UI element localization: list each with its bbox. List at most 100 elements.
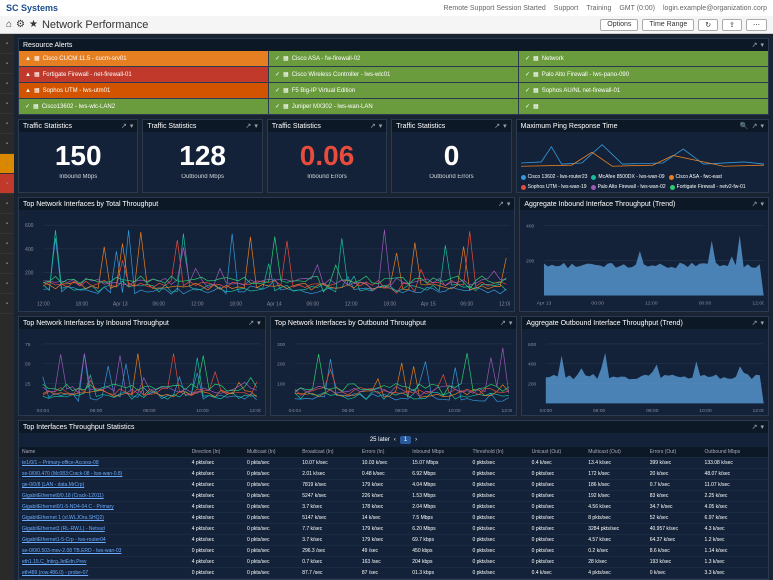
sidebar-item-4[interactable]: ▪ [0, 114, 14, 134]
chevron-down-icon[interactable]: ▾ [130, 122, 134, 130]
table-row[interactable]: GigabitEthernet0/0.18 (Crack-12011)4 pkt… [19, 491, 768, 502]
table-row[interactable]: GigabitEthernet3 (RL-RW.L) - Netvad4 pkt… [19, 524, 768, 535]
table-row[interactable]: se-0/0/0.503-msv-2.08 TB.ERD - lws-wan-0… [19, 546, 768, 557]
table-header[interactable]: Unicast (Out) [529, 447, 586, 458]
chevron-down-icon[interactable]: ▾ [254, 122, 258, 130]
alert-cell[interactable]: ✓ ▦ Sophos AU/NL net-firewall-01 [519, 83, 768, 98]
zoom-icon[interactable]: 🔍 [740, 122, 749, 130]
refresh-icon[interactable]: ↻ [698, 19, 718, 31]
legend-item[interactable]: Fortigate Firewall - netv2-fw-01 [670, 184, 746, 190]
table-row[interactable]: ge-0/0/8 (LAN - data.MrCrp)4 pkts/sec0 p… [19, 480, 768, 491]
alert-cell[interactable]: ▲ ▦ Fortigate Firewall - net-firewall-01 [19, 67, 268, 82]
expand-icon[interactable]: ↗ [752, 200, 758, 208]
star-icon[interactable]: ★ [29, 19, 38, 30]
table-row[interactable]: eth489 (row.486.0) - probe-070 pkts/sec0… [19, 568, 768, 579]
expand-icon[interactable]: ↗ [121, 122, 127, 130]
expand-icon[interactable]: ↗ [752, 122, 758, 130]
alert-cell[interactable]: ▲ ▦ Sophos UTM - lws-utm01 [19, 83, 268, 98]
sidebar-item-11[interactable]: ▪ [0, 254, 14, 274]
table-header[interactable]: Inbound Mbps [409, 447, 469, 458]
chevron-down-icon[interactable]: ▾ [760, 423, 764, 431]
chevron-down-icon[interactable]: ▾ [760, 200, 764, 208]
legend-item[interactable]: Cisco 13602 - lws-router23 [521, 174, 588, 180]
sidebar-item-7[interactable]: ▪ [0, 174, 14, 194]
interface-link[interactable]: te1/0/1 – Primary-office-Access-08 [22, 460, 99, 466]
table-header[interactable]: Direction (In) [189, 447, 244, 458]
chevron-down-icon[interactable]: ▾ [379, 122, 383, 130]
interface-link[interactable]: xe-0/0/0.470 (Mc083:Crack-08 - lws-wan-0… [22, 471, 122, 477]
more-icon[interactable]: ⋯ [746, 19, 767, 31]
alert-cell[interactable]: ✓ ▦ F5 Big-IP Virtual Edition [269, 83, 518, 98]
chevron-down-icon[interactable]: ▾ [509, 319, 513, 327]
sidebar-item-0[interactable]: ▪ [0, 34, 14, 54]
legend-item[interactable]: Palo Alto Firewall - lws-wan-02 [591, 184, 666, 190]
table-header[interactable]: Threshold (In) [469, 447, 528, 458]
table-row[interactable]: GigabitEthernet 1 (xl.WLJOra.SHQ2)4 pkts… [19, 513, 768, 524]
interface-link[interactable]: GigabitEthernet1-5-Crp - lws-router04 [22, 537, 106, 543]
sidebar-item-10[interactable]: ▪ [0, 234, 14, 254]
pager-prev[interactable]: ‹ [394, 437, 396, 443]
sidebar-item-1[interactable]: ▪ [0, 54, 14, 74]
pager-next[interactable]: › [415, 437, 417, 443]
table-row[interactable]: GigabitEthernet0/1-5-ND4-04 C - Primary4… [19, 502, 768, 513]
options-button[interactable]: Options [600, 19, 638, 31]
alert-cell[interactable]: ✓ ▦ Network [519, 51, 768, 66]
time-range-button[interactable]: Time Range [642, 19, 694, 31]
table-header[interactable]: Name [19, 447, 189, 458]
share-icon[interactable]: ⇪ [722, 19, 742, 31]
sidebar-item-13[interactable]: ▪ [0, 294, 14, 314]
interface-link[interactable]: GigabitEthernet3 (RL-RW.L) - Netvad [22, 526, 105, 532]
table-header[interactable]: Outbound Mbps [702, 447, 768, 458]
legend-item[interactable]: Cisco ASA - fwc-east [669, 174, 722, 180]
sidebar-item-5[interactable]: ▪ [0, 134, 14, 154]
table-header[interactable]: Broadcast (In) [299, 447, 359, 458]
sidebar-item-6[interactable]: ▪ [0, 154, 14, 174]
interface-link[interactable]: se-0/0/0.503-msv-2.08 TB.ERD - lws-wan-0… [22, 548, 121, 554]
chevron-down-icon[interactable]: ▾ [507, 200, 511, 208]
table-row[interactable]: xe-0/0/0.470 (Mc083:Crack-08 - lws-wan-0… [19, 469, 768, 480]
alert-cell[interactable]: ✓ ▦ Cisco13602 - lws-wlc-LAN2 [19, 99, 268, 114]
table-header[interactable]: Multicast (Out) [585, 447, 646, 458]
expand-icon[interactable]: ↗ [370, 122, 376, 130]
legend-item[interactable]: McAfee 8500DX - lws-wan-09 [591, 174, 664, 180]
sidebar-item-3[interactable]: ▪ [0, 94, 14, 114]
chevron-down-icon[interactable]: ▾ [760, 41, 764, 49]
expand-icon[interactable]: ↗ [248, 319, 254, 327]
interface-link[interactable]: ge-0/0/8 (LAN - data.MrCrp) [22, 482, 84, 488]
table-row[interactable]: GigabitEthernet1-5-Crp - lws-router044 p… [19, 535, 768, 546]
table-header[interactable]: Errors (Out) [647, 447, 702, 458]
interface-link[interactable]: GigabitEthernet0/0.18 (Crack-12011) [22, 493, 104, 499]
chevron-down-icon[interactable]: ▾ [760, 122, 764, 130]
interface-link[interactable]: eth489 (row.486.0) - probe-07 [22, 570, 88, 576]
chevron-down-icon[interactable]: ▾ [257, 319, 261, 327]
settings-icon[interactable]: ⚙ [16, 19, 25, 30]
table-row[interactable]: te1/0/1 – Primary-office-Access-084 pkts… [19, 458, 768, 469]
sidebar-item-8[interactable]: ▪ [0, 194, 14, 214]
alert-cell[interactable]: ✓ ▦ [519, 99, 768, 114]
table-row[interactable]: eth1.15.C_Inbrg.JetEdn.Prev4 pkts/sec0 p… [19, 557, 768, 568]
expand-icon[interactable]: ↗ [752, 423, 758, 431]
expand-icon[interactable]: ↗ [752, 319, 758, 327]
alert-cell[interactable]: ✓ ▦ Cisco ASA - fw-firewall-02 [269, 51, 518, 66]
expand-icon[interactable]: ↗ [498, 200, 504, 208]
home-icon[interactable]: ⌂ [6, 19, 12, 30]
alert-cell[interactable]: ✓ ▦ Cisco Wireless Controller - lws-wlc0… [269, 67, 518, 82]
interface-link[interactable]: GigabitEthernet0/1-5-ND4-04 C - Primary [22, 504, 114, 510]
alert-cell[interactable]: ✓ ▦ Palo Alto Firewall - lws-pano-090 [519, 67, 768, 82]
expand-icon[interactable]: ↗ [500, 319, 506, 327]
interface-link[interactable]: GigabitEthernet 1 (xl.WLJOra.SHQ2) [22, 515, 104, 521]
expand-icon[interactable]: ↗ [752, 41, 758, 49]
alert-cell[interactable]: ▲ ▦ Cisco CUCM 11.5 - cucm-srv01 [19, 51, 268, 66]
sidebar-item-9[interactable]: ▪ [0, 214, 14, 234]
table-header[interactable]: Multicast (In) [244, 447, 299, 458]
chevron-down-icon[interactable]: ▾ [761, 319, 765, 327]
pager-page[interactable]: 1 [400, 436, 411, 444]
table-header[interactable]: Errors (In) [359, 447, 409, 458]
legend-item[interactable]: Sophos UTM - lws-wan-19 [521, 184, 587, 190]
expand-icon[interactable]: ↗ [494, 122, 500, 130]
chevron-down-icon[interactable]: ▾ [503, 122, 507, 130]
sidebar-item-2[interactable]: ▪ [0, 74, 14, 94]
expand-icon[interactable]: ↗ [245, 122, 251, 130]
interface-link[interactable]: eth1.15.C_Inbrg.JetEdn.Prev [22, 559, 87, 565]
sidebar-item-12[interactable]: ▪ [0, 274, 14, 294]
